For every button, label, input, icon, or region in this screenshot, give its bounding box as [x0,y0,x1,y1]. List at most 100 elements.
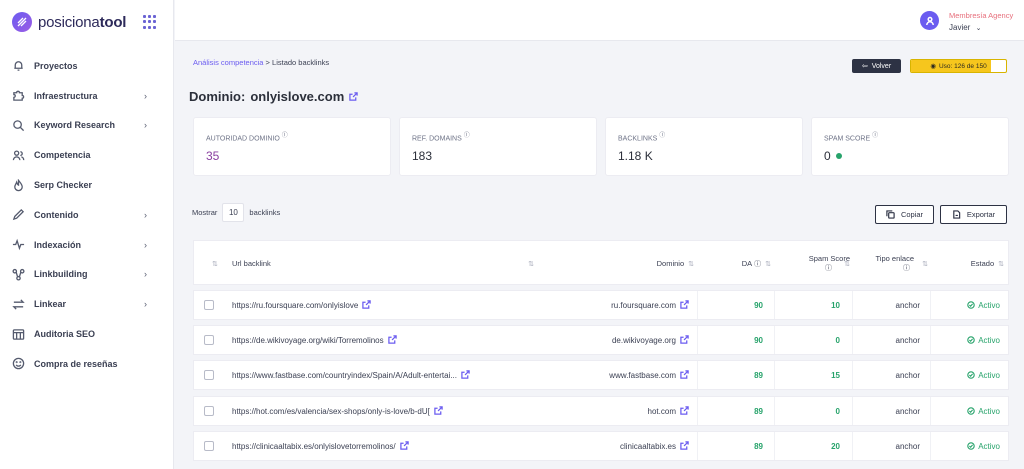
sidebar-item-label: Indexación [34,239,82,250]
check-circle-icon [967,336,975,344]
sort-icon: ⇅ [688,260,694,268]
row-checkbox[interactable] [204,370,214,380]
row-checkbox[interactable] [204,335,214,345]
chevron-right-icon: › [144,90,147,101]
breadcrumb-current: Listado backlinks [272,58,330,67]
back-button[interactable]: ⇦ Volver [852,59,901,73]
url-cell[interactable]: https://de.wikivoyage.org/wiki/Torremoli… [232,326,542,354]
column-url[interactable]: Url backlink ⇅ [232,241,534,286]
chevron-right-icon: › [144,120,147,131]
backlink-url[interactable]: https://de.wikivoyage.org/wiki/Torremoli… [232,336,384,345]
sidebar-item-label: Auditoria SEO [34,329,96,340]
copy-button[interactable]: Copiar [875,205,934,224]
backlink-url[interactable]: https://hot.com/es/valencia/sex-shops/on… [232,407,430,416]
sidebar-item-indexacion[interactable]: Indexación › [0,230,174,260]
usage-label: Uso: 126 de 150 [938,62,987,70]
column-domain[interactable]: Dominio ⇅ [544,241,694,286]
sidebar-item-compra-resenas[interactable]: Compra de reseñas [0,349,174,379]
logo-text: posicionatool [38,13,127,31]
sidebar-item-label: Keyword Research [34,120,116,131]
external-link-icon[interactable] [387,334,397,346]
backlink-domain[interactable]: de.wikivoyage.org [612,336,676,345]
sort-icon: ⇅ [528,260,534,268]
spam-score-cell: 15 [831,370,840,380]
da-cell: 90 [754,335,763,345]
url-cell[interactable]: https://ru.foursquare.com/onlyislove [232,291,542,319]
backlink-domain[interactable]: ru.foursquare.com [611,301,676,310]
avatar[interactable] [920,11,939,30]
row-checkbox[interactable] [204,406,214,416]
status-cell: Activo [934,397,1000,425]
domain-cell[interactable]: de.wikivoyage.org [544,326,689,354]
logo[interactable]: posicionatool [12,10,126,34]
sidebar-item-serp-checker[interactable]: Serp Checker [0,170,174,200]
stat-label: Backlinks ⓘ [618,133,666,143]
backlink-url[interactable]: https://clinicaaltabix.es/onlyislovetorr… [232,442,396,451]
table-row: https://clinicaaltabix.es/onlyislovetorr… [193,431,1009,461]
info-icon: ⓘ [825,265,832,272]
url-cell[interactable]: https://hot.com/es/valencia/sex-shops/on… [232,397,542,425]
column-link-type[interactable]: Tipo enlace ⓘ ⇅ [856,241,929,286]
domain-cell[interactable]: clinicaaltabix.es [544,432,689,460]
top-bar: Membresía Agency Javier ⌄ [175,0,1024,41]
sort-icon: ⇅ [922,261,928,268]
apps-grid-icon[interactable] [143,15,157,29]
sidebar-item-linkear[interactable]: Linkear › [0,289,174,319]
row-checkbox[interactable] [204,441,214,451]
spam-score-cell: 20 [831,441,840,451]
backlink-domain[interactable]: clinicaaltabix.es [620,442,676,451]
show-label: Mostrar [192,208,218,217]
external-link-icon[interactable] [362,299,372,311]
row-checkbox[interactable] [204,300,214,310]
stat-card-spam-score: Spam Score ⓘ 0 [811,117,1009,176]
sidebar-item-label: Linkear [34,299,67,310]
url-cell[interactable]: https://clinicaaltabix.es/onlyislovetorr… [232,432,542,460]
smile-icon [12,357,25,370]
backlink-domain[interactable]: www.fastbase.com [609,371,676,380]
page-size-input[interactable]: 10 [222,203,245,222]
external-link-icon[interactable] [434,405,443,417]
domain-cell[interactable]: hot.com [544,397,689,425]
stat-value: 35 [206,149,220,163]
link-type-cell: anchor [895,335,920,345]
backlink-url[interactable]: https://www.fastbase.com/countryindex/Sp… [232,371,457,380]
sidebar-item-keyword-research[interactable]: Keyword Research › [0,111,174,141]
sidebar-item-contenido[interactable]: Contenido › [0,200,174,230]
sidebar-item-auditoria-seo[interactable]: Auditoria SEO [0,319,174,349]
column-spam[interactable]: Spam Score ⓘ ⇅ [776,241,850,286]
domain-cell[interactable]: ru.foursquare.com [544,291,689,319]
external-link-icon[interactable] [680,440,689,452]
sidebar-item-label: Linkbuilding [34,269,88,280]
status-cell: Activo [934,326,1000,354]
status-cell: Activo [934,291,1000,319]
export-icon [953,210,961,219]
arrows-icon [12,298,25,311]
external-link-icon[interactable] [461,369,470,381]
url-cell[interactable]: https://www.fastbase.com/countryindex/Sp… [232,361,542,389]
external-link-icon[interactable] [680,299,689,311]
external-link-icon[interactable] [399,440,409,452]
select-all-sort[interactable]: ⇅ [208,241,218,286]
domain-cell[interactable]: www.fastbase.com [544,361,689,389]
sidebar-item-proyectos[interactable]: Proyectos [0,51,174,81]
back-arrow-icon: ⇦ [861,63,868,70]
link-type-cell: anchor [895,370,920,380]
info-icon: ⓘ [281,133,288,139]
back-button-label: Volver [871,62,892,70]
user-menu[interactable]: Javier ⌄ [949,23,981,32]
external-link-icon[interactable] [680,405,689,417]
sidebar-item-infraestructura[interactable]: Infraestructura › [0,81,174,111]
info-icon: ⓘ [754,260,762,268]
column-da[interactable]: DA ⓘ ⇅ [699,241,771,286]
breadcrumb-link[interactable]: Análisis competencia [193,58,263,67]
sidebar-item-competencia[interactable]: Competencia [0,140,174,170]
copy-button-label: Copiar [900,210,924,219]
external-link-icon[interactable] [680,334,689,346]
sidebar-item-linkbuilding[interactable]: Linkbuilding › [0,260,174,290]
backlink-domain[interactable]: hot.com [648,407,676,416]
external-link-icon[interactable] [349,89,358,104]
export-button[interactable]: Exportar [940,205,1007,224]
column-status[interactable]: Estado ⇅ [934,241,1004,286]
external-link-icon[interactable] [680,369,689,381]
backlink-url[interactable]: https://ru.foursquare.com/onlyislove [232,301,358,310]
